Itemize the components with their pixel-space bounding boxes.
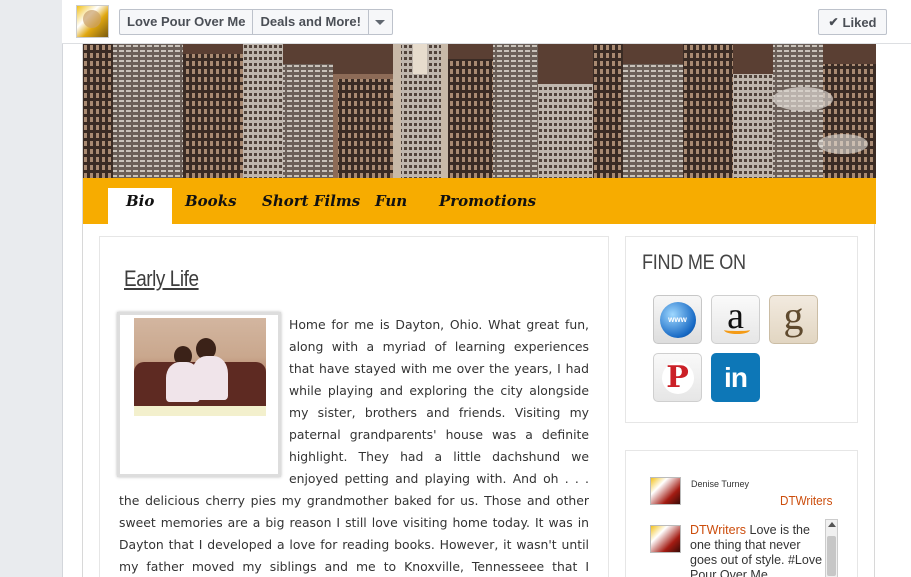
check-icon: ✔ <box>828 15 839 29</box>
scroll-up-icon[interactable] <box>828 522 836 527</box>
app-nav-bar: Bio Books Short Films Fun Promotions <box>83 178 876 224</box>
tab-dropdown-button[interactable] <box>367 10 392 34</box>
find-me-title: FIND ME ON <box>642 251 746 274</box>
amazon-button[interactable]: a <box>711 295 760 344</box>
app-frame: Bio Books Short Films Fun Promotions Ear… <box>82 44 876 577</box>
nav-tab-promotions[interactable]: Promotions <box>421 188 554 224</box>
goodreads-button[interactable]: g <box>769 293 818 344</box>
tweet-avatar[interactable] <box>650 525 681 553</box>
liked-label: Liked <box>842 14 877 30</box>
page-name-button[interactable]: Love Pour Over Me <box>120 10 252 34</box>
linkedin-icon: in <box>724 361 748 393</box>
page-avatar[interactable] <box>76 5 109 38</box>
nav-tab-books[interactable]: Books <box>167 188 255 224</box>
amazon-smile-icon <box>724 326 750 334</box>
bio-paragraph-container: Home for me is Dayton, Ohio. What great … <box>119 314 589 577</box>
goodreads-icon: g <box>783 293 804 338</box>
nav-tab-fun[interactable]: Fun <box>357 188 425 224</box>
current-tab-label[interactable]: Deals and More! <box>252 10 367 34</box>
skyline-illustration <box>83 44 876 178</box>
left-gutter <box>0 0 62 577</box>
tweet-text: DTWriters Love is the one thing that nev… <box>690 523 826 577</box>
twitter-handle[interactable]: DTWriters <box>780 493 832 508</box>
pinterest-button[interactable]: P <box>653 353 702 402</box>
tweet-handle-link[interactable]: DTWriters <box>690 523 746 537</box>
section-title: Early Life <box>124 266 199 291</box>
nav-tab-bio[interactable]: Bio <box>108 188 173 224</box>
cityscape-banner <box>83 44 876 178</box>
liked-button[interactable]: ✔ Liked <box>818 9 887 35</box>
twitter-avatar[interactable] <box>650 477 681 505</box>
page-header-bar: Love Pour Over Me Deals and More! ✔ Like… <box>62 0 911 44</box>
tweet-scrollbar[interactable] <box>825 519 838 577</box>
globe-icon: www <box>659 301 696 338</box>
scroll-thumb[interactable] <box>827 536 836 576</box>
pinterest-icon: P <box>661 361 694 394</box>
linkedin-button[interactable]: in <box>711 353 760 402</box>
page-tab-selector: Love Pour Over Me Deals and More! <box>119 9 393 35</box>
twitter-user-name: Denise Turney <box>691 479 750 489</box>
chevron-down-icon <box>375 19 386 25</box>
website-button[interactable]: www <box>653 295 702 344</box>
